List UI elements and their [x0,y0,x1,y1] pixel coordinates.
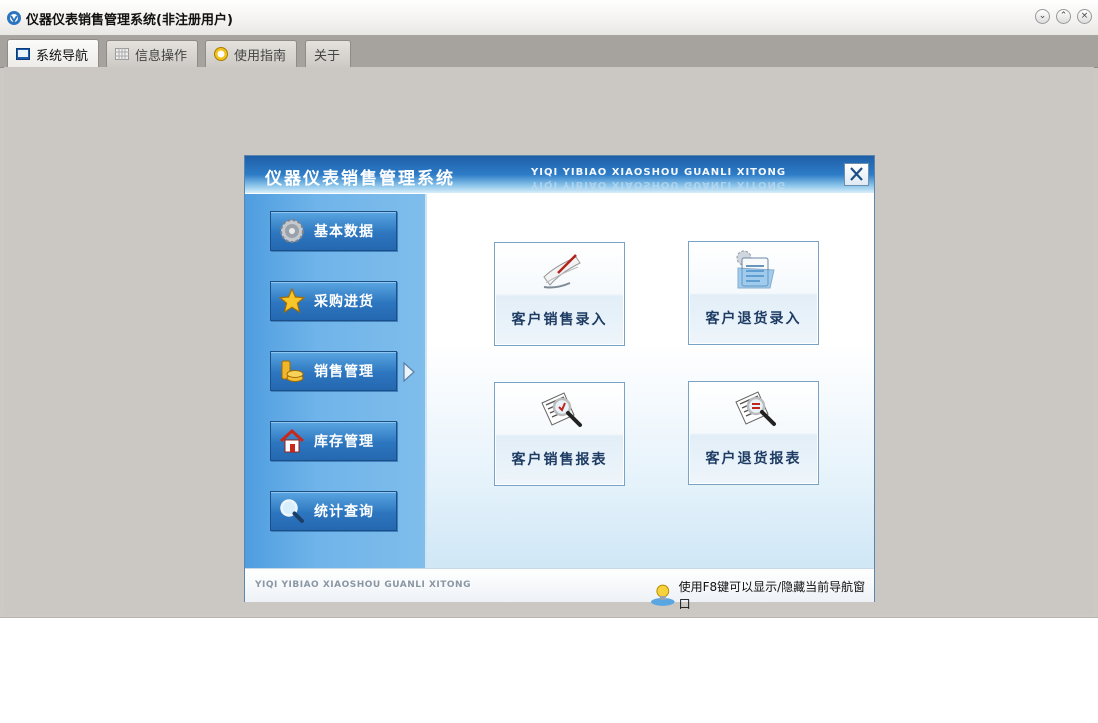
card-customer-sales-entry[interactable]: 客户销售录入 [494,242,625,346]
sidebar-item-label: 采购进货 [314,294,374,310]
footer-hint: 使用F8键可以显示/隐藏当前导航窗口 [650,578,874,612]
sidebar-item-basic-data[interactable]: 基本数据 [270,211,397,251]
tab-label: 信息操作 [135,48,188,64]
sidebar-item-sales-management[interactable]: 销售管理 [270,351,397,391]
help-icon [214,47,228,61]
folder-settings-icon [736,250,775,289]
selected-arrow-icon [402,361,416,386]
dialog-pinyin-reflection: YIQI YIBIAO XIAOSHOU GUANLI XITONG [531,179,787,190]
footer-hint-text: 使用F8键可以显示/隐藏当前导航窗口 [678,580,866,611]
card-customer-sales-report[interactable]: 客户销售报表 [494,382,625,486]
tab-label: 关于 [314,48,341,64]
sidebar-item-label: 库存管理 [314,434,374,450]
maximize-button[interactable]: ⌃ [1056,9,1071,24]
sidebar-item-statistics-query[interactable]: 统计查询 [270,491,397,531]
coins-icon [281,360,304,382]
tab-system-navigation[interactable]: 系统导航 [7,39,100,68]
app-logo-icon [7,11,21,25]
dialog-footer: YIQI YIBIAO XIAOSHOU GUANLI XITONG 使用F8键… [245,568,874,611]
navigation-dialog: 仪器仪表销售管理系统 YIQI YIBIAO XIAOSHOU GUANLI X… [244,155,875,611]
document-pen-icon [543,254,581,289]
card-label: 客户销售录入 [511,312,608,328]
sidebar-item-label: 统计查询 [314,504,374,520]
dialog-title: 仪器仪表销售管理系统 [265,169,455,189]
lightbulb-icon [650,584,675,606]
dialog-header: 仪器仪表销售管理系统 YIQI YIBIAO XIAOSHOU GUANLI X… [245,156,874,193]
report-search-icon [541,392,582,427]
minimize-button[interactable]: ⌄ [1035,9,1050,24]
tab-info-operations[interactable]: 信息操作 [106,40,199,67]
tab-about[interactable]: 关于 [305,40,352,67]
dialog-close-button[interactable] [844,163,869,186]
sidebar-item-label: 基本数据 [314,224,374,240]
footer-pinyin: YIQI YIBIAO XIAOSHOU GUANLI XITONG [255,580,471,590]
card-customer-return-report[interactable]: 客户退货报表 [688,381,819,485]
card-customer-return-entry[interactable]: 客户退货录入 [688,241,819,345]
tab-label: 系统导航 [36,48,89,64]
report-search-icon [735,391,776,426]
card-label: 客户销售报表 [511,452,608,468]
card-label: 客户退货报表 [705,451,802,467]
sidebar-item-label: 销售管理 [314,364,374,380]
tab-label: 使用指南 [234,48,287,64]
card-label: 客户退货录入 [705,311,802,327]
tab-strip: 系统导航 信息操作 使用指南 关于 [0,36,1098,68]
dialog-sidebar: 基本数据 采购进货 销售管理 库存管理 统计查询 [245,194,427,568]
monitor-icon [16,48,30,60]
dialog-pinyin-title: YIQI YIBIAO XIAOSHOU GUANLI XITONG [531,167,787,178]
gear-icon [280,219,304,243]
close-icon [850,167,863,181]
window-title: 仪器仪表销售管理系统(非注册用户) [26,13,233,28]
grid-icon [115,48,129,60]
close-window-button[interactable]: × [1077,9,1092,24]
star-icon [279,288,305,314]
magnifier-icon [280,499,304,523]
house-icon [279,428,305,453]
sidebar-item-inventory-management[interactable]: 库存管理 [270,421,397,461]
title-bar: 仪器仪表销售管理系统(非注册用户) ⌄ ⌃ × [0,0,1098,36]
tab-user-guide[interactable]: 使用指南 [205,40,298,67]
dialog-main-panel: 客户销售录入 客户退货录入 客户销售报表 客户退货报表 [427,194,874,568]
sidebar-item-purchasing[interactable]: 采购进货 [270,281,397,321]
